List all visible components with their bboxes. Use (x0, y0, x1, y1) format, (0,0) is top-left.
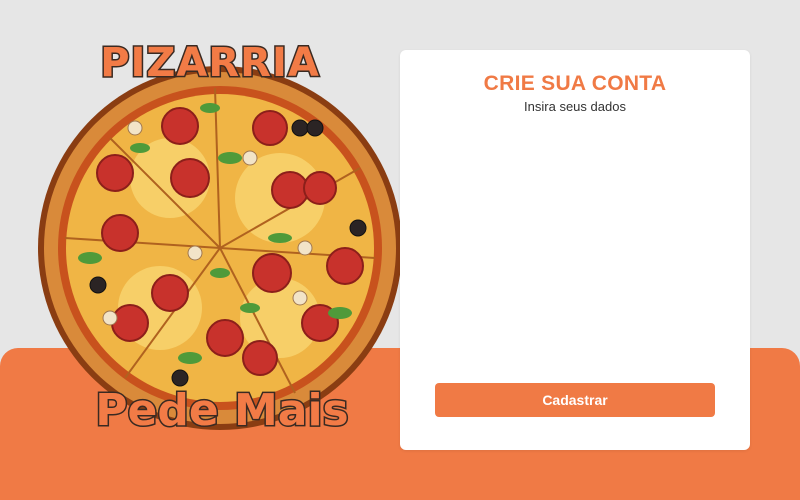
signup-subtitle: Insira seus dados (524, 99, 626, 114)
register-button[interactable]: Cadastrar (435, 383, 715, 417)
brand-name-top: PIZARRIA (99, 39, 321, 88)
brand-name-bottom: Pede Mais (94, 384, 351, 438)
signup-card: CRIE SUA CONTA Insira seus dados Cadastr… (400, 50, 750, 450)
signup-title: CRIE SUA CONTA (483, 72, 667, 95)
